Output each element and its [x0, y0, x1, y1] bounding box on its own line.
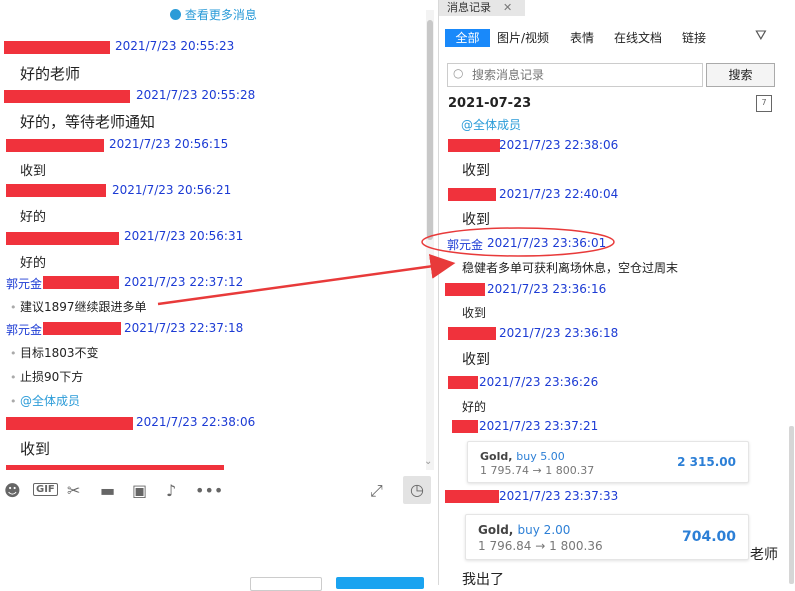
red-arrow: [157, 254, 456, 306]
annotation-overlay: [157, 227, 615, 306]
red-ellipse: [421, 227, 615, 257]
